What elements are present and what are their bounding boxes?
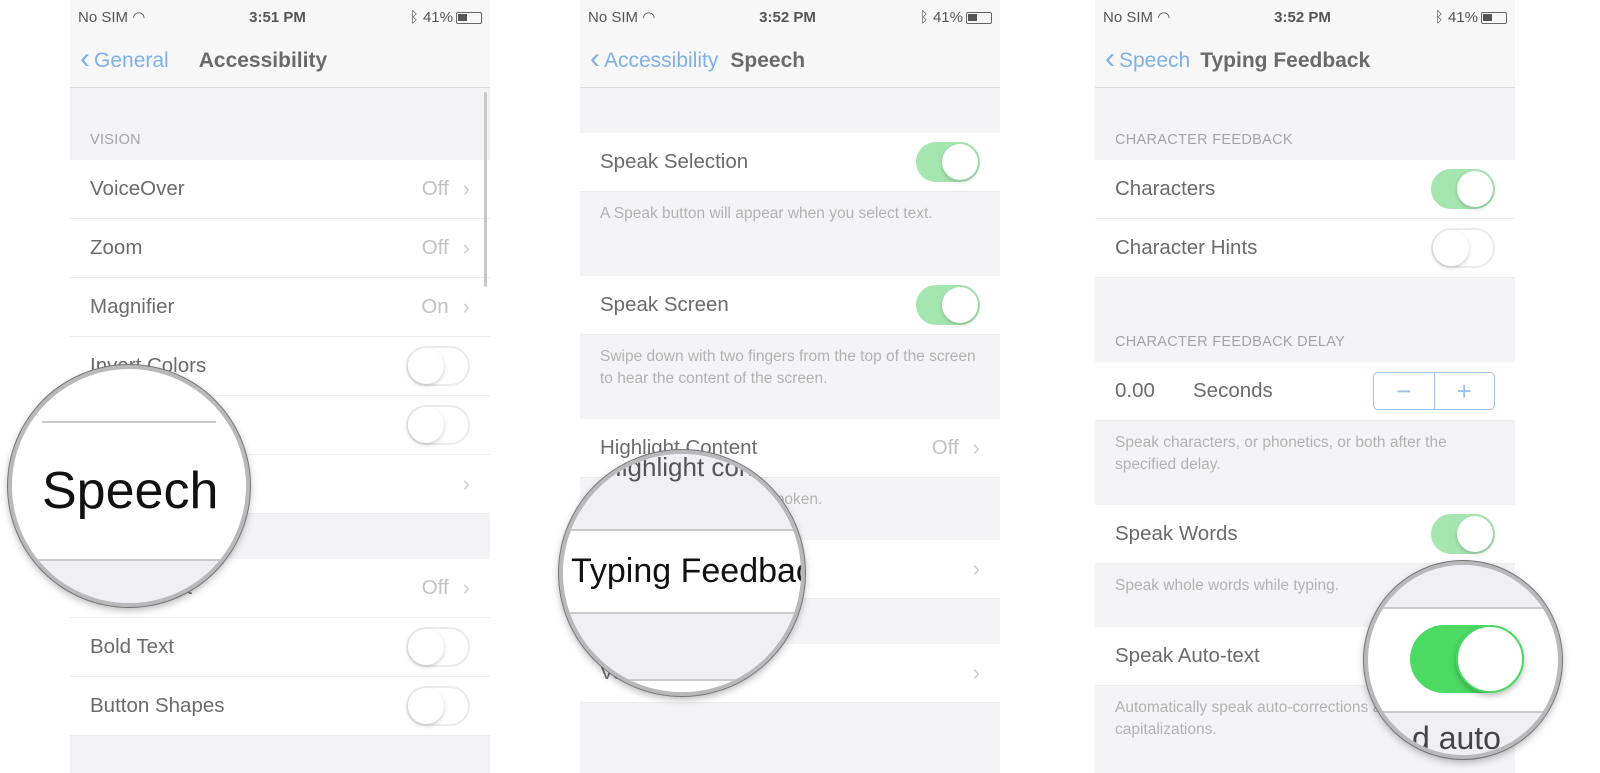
section-header: CHARACTER FEEDBACK: [1115, 132, 1293, 148]
speak-selection-toggle[interactable]: [916, 142, 980, 182]
characters-toggle[interactable]: [1431, 169, 1495, 209]
chevron-right-icon: ›: [972, 556, 980, 581]
clock: 3:52 PM: [1274, 8, 1331, 26]
magnified-footer: d auto: [1412, 720, 1501, 756]
nav-bar: ‹ Speech Typing Feedback: [1095, 34, 1515, 88]
row-label: Speak Selection: [600, 150, 749, 173]
delay-unit: Seconds: [1193, 379, 1273, 402]
scrollbar[interactable]: [484, 92, 487, 287]
speak-screen-row: Speak Screen: [580, 276, 1000, 335]
back-button[interactable]: ‹ General: [80, 41, 169, 75]
back-label: Speech: [1119, 48, 1191, 72]
bluetooth-icon: ᛒ: [1434, 8, 1444, 26]
magnified-footer: Highlight content: [603, 452, 797, 482]
row-value: Off: [931, 436, 959, 459]
nav-bar: ‹ General Accessibility: [70, 34, 490, 88]
voiceover-row[interactable]: VoiceOver Off ›: [70, 160, 490, 219]
magnifier-speech: Speech: [8, 365, 250, 607]
clock: 3:52 PM: [759, 8, 816, 26]
carrier: No SIM: [1103, 9, 1154, 26]
speak-selection-row: Speak Selection: [580, 133, 1000, 192]
page-title: Accessibility: [198, 48, 328, 72]
nav-bar: ‹ Accessibility Speech: [580, 34, 1000, 88]
page-title: Typing Feedback: [1200, 48, 1371, 72]
row-label: Bold Text: [90, 635, 174, 658]
battery-percent: 41%: [422, 8, 453, 26]
back-button[interactable]: ‹ Accessibility: [590, 41, 719, 75]
button-shapes-toggle[interactable]: [406, 686, 470, 726]
status-bar: No SIM ◠ 3:52 PM ᛒ 41%: [580, 0, 1000, 34]
back-button[interactable]: ‹ Speech: [1105, 41, 1191, 75]
battery-percent: 41%: [1447, 8, 1478, 26]
row-label: Zoom: [90, 236, 143, 259]
row-label: Magnifier: [90, 295, 175, 318]
row-value: On: [421, 295, 449, 318]
decrement-button[interactable]: −: [1374, 373, 1435, 409]
page-title: Speech: [730, 48, 806, 72]
row-label: VoiceOver: [90, 177, 185, 200]
character-hints-toggle[interactable]: [1431, 228, 1495, 268]
chevron-right-icon: ›: [462, 235, 470, 260]
battery-icon: [965, 11, 992, 24]
invert-colors-toggle[interactable]: [406, 346, 470, 386]
magnifier-toggle: d auto: [1364, 561, 1562, 759]
back-label: Accessibility: [604, 48, 719, 72]
character-hints-row: Character Hints: [1095, 219, 1515, 278]
row-label: Characters: [1115, 177, 1216, 200]
row-label: Speak Screen: [600, 293, 729, 316]
wifi-icon: ◠: [1157, 9, 1171, 26]
bold-text-toggle[interactable]: [406, 627, 470, 667]
row-value: Off: [421, 576, 449, 599]
section-header: CHARACTER FEEDBACK DELAY: [1115, 334, 1346, 350]
battery-percent: 41%: [932, 8, 963, 26]
speak-screen-toggle[interactable]: [916, 285, 980, 325]
magnifier-typing-feedback: Highlight content Typing Feedback: [559, 450, 805, 696]
battery-icon: [455, 11, 482, 24]
delay-stepper: − +: [1373, 372, 1495, 410]
bluetooth-icon: ᛒ: [409, 8, 419, 26]
bluetooth-icon: ᛒ: [919, 8, 929, 26]
chevron-right-icon: ›: [462, 471, 470, 496]
carrier: No SIM: [78, 9, 129, 26]
chevron-right-icon: ›: [972, 660, 980, 685]
carrier: No SIM: [588, 9, 639, 26]
footer-text: Speak characters, or phonetics, or both …: [1115, 434, 1447, 473]
row-value: Off: [421, 236, 449, 259]
chevron-left-icon: ‹: [80, 41, 90, 75]
row-label: Speak Words: [1115, 522, 1238, 545]
toggle[interactable]: [406, 405, 470, 445]
characters-row: Characters: [1095, 160, 1515, 219]
wifi-icon: ◠: [132, 9, 146, 26]
chevron-left-icon: ‹: [590, 41, 600, 75]
row-label: Button Shapes: [90, 694, 225, 717]
row-value: Off: [421, 177, 449, 200]
battery-icon: [1480, 11, 1507, 24]
button-shapes-row: Button Shapes: [70, 677, 490, 736]
wifi-icon: ◠: [642, 9, 656, 26]
status-bar: No SIM ◠ 3:52 PM ᛒ 41%: [1095, 0, 1515, 34]
speak-words-toggle[interactable]: [1431, 514, 1495, 554]
bold-text-row: Bold Text: [70, 618, 490, 677]
chevron-right-icon: ›: [462, 294, 470, 319]
magnifier-row[interactable]: Magnifier On ›: [70, 278, 490, 337]
section-header: VISION: [90, 132, 141, 148]
chevron-right-icon: ›: [972, 435, 980, 460]
clock: 3:51 PM: [249, 8, 306, 26]
zoom-row[interactable]: Zoom Off ›: [70, 219, 490, 278]
magnified-label: Speech: [42, 462, 219, 520]
footer-text: Swipe down with two fingers from the top…: [600, 348, 976, 387]
status-bar: No SIM ◠ 3:51 PM ᛒ 41%: [70, 0, 490, 34]
footer-text: A Speak button will appear when you sele…: [600, 205, 933, 222]
magnified-label: Typing Feedback: [571, 552, 805, 590]
chevron-right-icon: ›: [462, 575, 470, 600]
chevron-left-icon: ‹: [1105, 41, 1115, 75]
chevron-right-icon: ›: [462, 176, 470, 201]
magnified-toggle-on: [1410, 625, 1524, 693]
row-label: Character Hints: [1115, 236, 1258, 259]
delay-row: 0.00 Seconds − +: [1095, 362, 1515, 421]
back-label: General: [94, 48, 169, 72]
speak-words-row: Speak Words: [1095, 505, 1515, 564]
delay-value: 0.00: [1115, 379, 1155, 402]
increment-button[interactable]: +: [1435, 373, 1495, 409]
